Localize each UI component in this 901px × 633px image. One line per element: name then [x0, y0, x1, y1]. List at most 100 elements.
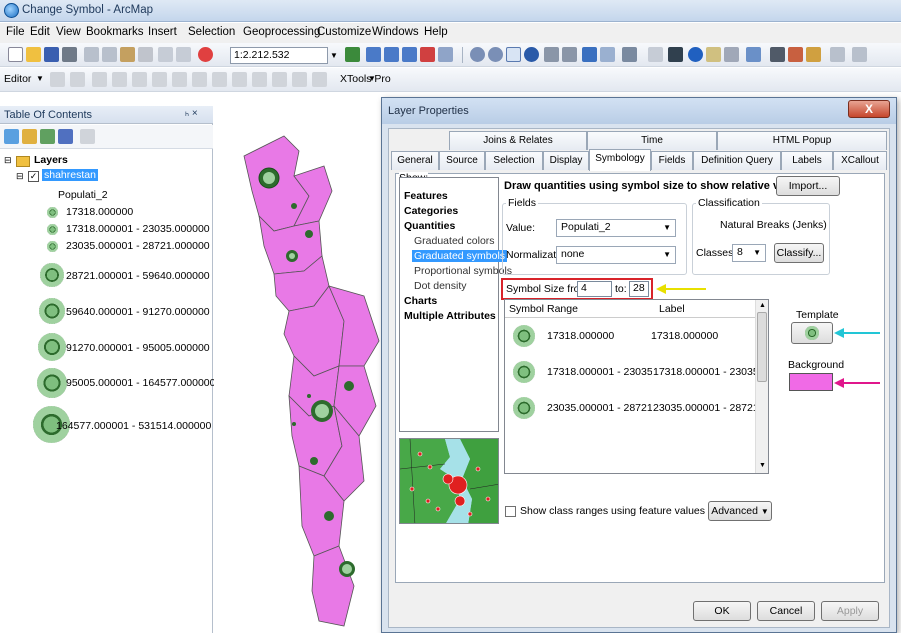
classes-dropdown[interactable]: 8 ▼ — [732, 244, 766, 262]
edit-annotation-icon[interactable] — [70, 72, 85, 87]
tab-html-popup[interactable]: HTML Popup — [717, 131, 887, 150]
create-features-icon[interactable] — [312, 72, 327, 87]
fixed-zoom-out-icon[interactable] — [562, 47, 577, 62]
cut-polygons-icon[interactable] — [212, 72, 227, 87]
tab-display[interactable]: Display — [543, 151, 589, 170]
measure-icon[interactable] — [746, 47, 761, 62]
import-button[interactable]: Import... — [776, 176, 840, 196]
hyperlink-icon[interactable] — [706, 47, 721, 62]
show-proportional-symbols[interactable]: Proportional symbols — [414, 265, 512, 277]
show-quantities[interactable]: Quantities — [404, 220, 455, 232]
class-symbol-icon[interactable] — [47, 241, 58, 252]
create-viewer-icon[interactable] — [852, 47, 867, 62]
back-extent-icon[interactable] — [582, 47, 597, 62]
save-icon[interactable] — [44, 47, 59, 62]
find-icon[interactable] — [770, 47, 785, 62]
column-symbol[interactable]: Symbol — [509, 303, 544, 315]
menu-edit[interactable]: Edit — [30, 26, 50, 38]
open-icon[interactable] — [26, 47, 41, 62]
show-graduated-colors[interactable]: Graduated colors — [414, 235, 495, 247]
scroll-up-icon[interactable]: ▲ — [759, 302, 766, 309]
tab-general[interactable]: General — [391, 151, 439, 170]
template-button[interactable] — [791, 322, 833, 344]
zoom-in-icon[interactable] — [470, 47, 485, 62]
new-document-icon[interactable] — [8, 47, 23, 62]
delete-icon[interactable] — [138, 47, 153, 62]
endpoint-arc-icon[interactable] — [112, 72, 127, 87]
scroll-down-icon[interactable]: ▼ — [759, 462, 766, 469]
menu-bookmarks[interactable]: Bookmarks — [86, 26, 144, 38]
show-categories[interactable]: Categories — [404, 205, 458, 217]
reshape-icon[interactable] — [192, 72, 207, 87]
menu-customize[interactable]: Customize — [317, 26, 371, 38]
print-icon[interactable] — [62, 47, 77, 62]
column-label[interactable]: Label — [659, 303, 685, 315]
menu-help[interactable]: Help — [424, 26, 448, 38]
point-icon[interactable] — [152, 72, 167, 87]
tab-time[interactable]: Time — [587, 131, 717, 150]
select-elements-icon[interactable] — [668, 47, 683, 62]
redo-icon[interactable] — [176, 47, 191, 62]
tab-labels[interactable]: Labels — [781, 151, 833, 170]
list-by-selection-icon[interactable] — [58, 129, 73, 144]
collapse-layer-icon[interactable]: ⊟ — [16, 171, 24, 182]
undo-icon[interactable] — [158, 47, 173, 62]
split-icon[interactable] — [232, 72, 247, 87]
tab-joins-relates[interactable]: Joins & Relates — [449, 131, 587, 150]
class-symbol-icon[interactable] — [39, 298, 65, 324]
tab-definition-query[interactable]: Definition Query — [693, 151, 781, 170]
tab-xcallout[interactable]: XCallout — [833, 151, 887, 170]
identify-icon[interactable] — [688, 47, 703, 62]
scroll-thumb[interactable] — [757, 312, 767, 382]
normalization-dropdown[interactable]: none ▼ — [556, 246, 676, 264]
menu-selection[interactable]: Selection — [188, 26, 235, 38]
go-to-xy-icon[interactable] — [806, 47, 821, 62]
editor-toolbar-icon[interactable] — [345, 47, 360, 62]
list-by-visibility-icon[interactable] — [40, 129, 55, 144]
cancel-button[interactable]: Cancel — [757, 601, 815, 621]
tab-symbology[interactable]: Symbology — [589, 149, 651, 171]
close-button[interactable]: X — [848, 100, 890, 118]
tab-selection[interactable]: Selection — [485, 151, 543, 170]
layers-group[interactable]: Layers — [34, 154, 68, 166]
full-extent-icon[interactable] — [524, 47, 539, 62]
xtools-menu[interactable]: XTools Pro — [340, 73, 391, 85]
show-charts[interactable]: Charts — [404, 295, 437, 307]
options-icon[interactable] — [80, 129, 95, 144]
forward-extent-icon[interactable] — [600, 47, 615, 62]
class-symbol-icon[interactable] — [38, 333, 66, 361]
scale-input[interactable]: 1:2.212.532 — [230, 47, 328, 64]
edit-vertices-icon[interactable] — [172, 72, 187, 87]
zoom-out-icon[interactable] — [488, 47, 503, 62]
list-by-drawing-order-icon[interactable] — [4, 129, 19, 144]
catalog-icon[interactable] — [366, 47, 381, 62]
class-row[interactable]: 23035.000001 - 28721.0000 23035.000001 -… — [505, 392, 755, 425]
menu-geoprocessing[interactable]: Geoprocessing — [243, 26, 320, 38]
class-symbol-icon[interactable] — [513, 325, 535, 347]
menu-insert[interactable]: Insert — [148, 26, 177, 38]
show-class-ranges-checkbox[interactable] — [505, 506, 516, 517]
map-view[interactable] — [214, 106, 381, 633]
class-symbol-icon[interactable] — [37, 368, 67, 398]
fixed-zoom-in-icon[interactable] — [544, 47, 559, 62]
collapse-layers-icon[interactable]: ⊟ — [4, 155, 12, 166]
class-row[interactable]: 17318.000000 17318.000000 — [505, 320, 755, 353]
cut-icon[interactable] — [84, 47, 99, 62]
advanced-button[interactable]: Advanced ▼ — [708, 501, 772, 521]
add-data-icon[interactable] — [198, 47, 213, 62]
class-symbol-icon[interactable] — [513, 361, 535, 383]
arctoolbox-icon[interactable] — [402, 47, 417, 62]
menu-file[interactable]: File — [6, 26, 25, 38]
menu-view[interactable]: View — [56, 26, 81, 38]
background-color-swatch[interactable] — [789, 373, 833, 391]
apply-button[interactable]: Apply — [821, 601, 879, 621]
layer-name[interactable]: shahrestan — [42, 169, 98, 181]
python-icon[interactable] — [438, 47, 453, 62]
class-symbol-icon[interactable] — [47, 207, 58, 218]
tab-source[interactable]: Source — [439, 151, 485, 170]
show-features[interactable]: Features — [404, 190, 448, 202]
value-dropdown[interactable]: Populati_2 ▼ — [556, 219, 676, 237]
symbol-size-to-input[interactable]: 28 — [629, 281, 649, 297]
show-dot-density[interactable]: Dot density — [414, 280, 467, 292]
dialog-title-bar[interactable]: Layer Properties X — [382, 98, 896, 124]
